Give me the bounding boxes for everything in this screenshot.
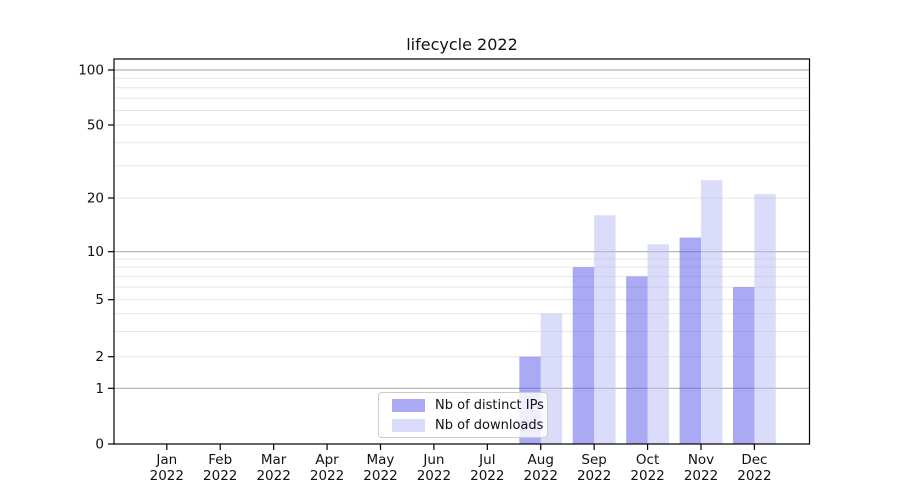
x-tick-label-year: 2022 bbox=[417, 468, 451, 484]
x-tick-label-year: 2022 bbox=[737, 468, 771, 484]
legend-item-downloads: Nb of downloads bbox=[379, 418, 547, 433]
y-tick-label: 10 bbox=[87, 244, 104, 260]
x-tick-label-month: Jan bbox=[155, 452, 177, 468]
legend-patch-downloads bbox=[392, 418, 425, 432]
y-tick-label: 1 bbox=[95, 381, 104, 397]
x-tick-label-month: Jul bbox=[478, 452, 495, 468]
x-tick-label-year: 2022 bbox=[256, 468, 290, 484]
y-tick-label: 5 bbox=[95, 292, 104, 308]
bar-downloads-nov bbox=[701, 180, 723, 445]
x-tick-label-month: Mar bbox=[261, 452, 287, 468]
chart-title: lifecycle 2022 bbox=[406, 35, 518, 54]
legend-item-distinct-ips: Nb of distinct IPs bbox=[379, 398, 547, 413]
y-tick-label: 0 bbox=[95, 436, 104, 452]
bar-distinct-ips-nov bbox=[679, 237, 701, 444]
figure: 0 1 2 5 10 20 50 100 Jan 2022 Feb 2022 Mar 2022 Apr 202… bbox=[0, 0, 900, 500]
x-tick-label-month: Apr bbox=[315, 452, 339, 468]
x-tick-label-year: 2022 bbox=[203, 468, 237, 484]
y-tick-label: 20 bbox=[87, 190, 104, 206]
x-tick-label-year: 2022 bbox=[524, 468, 558, 484]
x-tick-label-month: Dec bbox=[741, 452, 767, 468]
x-tick-label-month: Jun bbox=[422, 452, 444, 468]
x-tick-label-year: 2022 bbox=[150, 468, 184, 484]
bar-distinct-ips-oct bbox=[626, 276, 648, 444]
bar-distinct-ips-dec bbox=[733, 287, 755, 444]
y-tick-label: 100 bbox=[78, 62, 104, 78]
x-tick-label-month: May bbox=[367, 452, 395, 468]
x-tick-label-month: Nov bbox=[688, 452, 714, 468]
x-tick-label-month: Feb bbox=[208, 452, 232, 468]
x-tick-label-year: 2022 bbox=[363, 468, 397, 484]
bar-downloads-sep bbox=[594, 215, 616, 444]
x-tick-label-year: 2022 bbox=[577, 468, 611, 484]
legend-patch-distinct-ips bbox=[392, 398, 425, 412]
x-tick-label-year: 2022 bbox=[310, 468, 344, 484]
x-tick-label-year: 2022 bbox=[630, 468, 664, 484]
bar-distinct-ips-sep bbox=[572, 267, 595, 444]
y-tick-label: 2 bbox=[95, 349, 104, 365]
legend-label-distinct-ips: Nb of distinct IPs bbox=[435, 397, 544, 413]
legend-label-downloads: Nb of downloads bbox=[435, 417, 544, 433]
x-tick-label-year: 2022 bbox=[470, 468, 504, 484]
x-tick-label-year: 2022 bbox=[684, 468, 718, 484]
y-tick-label: 50 bbox=[87, 117, 104, 133]
bar-downloads-dec bbox=[754, 194, 776, 444]
x-tick-label-month: Oct bbox=[636, 452, 659, 468]
x-tick-label-month: Aug bbox=[528, 452, 554, 468]
bar-downloads-oct bbox=[647, 244, 669, 444]
legend: Nb of distinct IPs Nb of downloads bbox=[378, 392, 548, 438]
x-tick-label-month: Sep bbox=[581, 452, 606, 468]
